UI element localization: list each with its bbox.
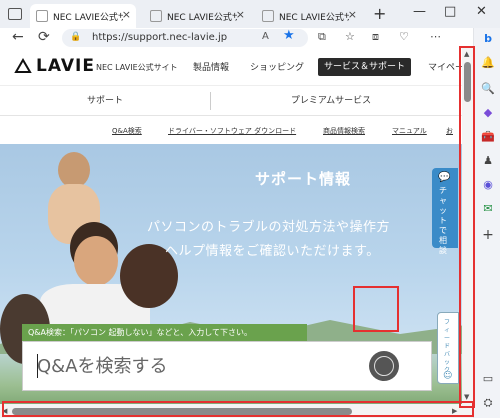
collections-icon[interactable]: ⧈	[372, 30, 379, 44]
qa-search-box	[22, 341, 432, 391]
lavie-logo-icon[interactable]	[14, 58, 32, 74]
link-driver-download[interactable]: ドライバー・ソフトウェア ダウンロード	[168, 126, 296, 136]
photo-man-face	[74, 236, 118, 286]
support-links: Q&A検索 ドライバー・ソフトウェア ダウンロード 商品情報検索 マニュアル お	[0, 116, 473, 144]
nav-mypage[interactable]: マイペー	[428, 60, 464, 73]
hero-title: サポート情報	[255, 170, 352, 188]
link-manual[interactable]: マニュアル	[392, 126, 427, 136]
search-button-icon	[374, 356, 394, 376]
hero-description-line2: ヘルプ情報をご確認いただけます。	[165, 244, 380, 259]
favicon-icon	[36, 10, 48, 22]
add-sidebar-app-icon[interactable]: +	[481, 228, 495, 242]
tab-label: NEC LAVIE公式サイト	[53, 12, 123, 23]
feedback-tab[interactable]: フィードバック ☺	[437, 312, 459, 384]
link-more[interactable]: お	[446, 126, 453, 136]
favicon-icon	[150, 10, 162, 22]
horizontal-scrollbar[interactable]: ◀ ▶	[0, 404, 473, 418]
games-icon[interactable]: ♟	[481, 154, 495, 168]
notification-icon[interactable]: 🔔	[481, 56, 495, 70]
hero-description-line1: パソコンのトラブルの対処方法や操作方	[147, 220, 391, 235]
nav-products[interactable]: 製品情報	[193, 60, 229, 73]
split-screen-icon[interactable]: ⧉	[318, 30, 326, 44]
hide-sidebar-icon[interactable]: ▭	[481, 372, 495, 386]
search-submit-button[interactable]	[369, 351, 399, 381]
url-text[interactable]: https://support.nec-lavie.jp	[92, 32, 227, 43]
tab-label: NEC LAVIE公式サイト	[167, 12, 237, 23]
vertical-scrollbar[interactable]: ▲ ▼	[462, 48, 473, 404]
browser-essentials-icon[interactable]: ♡	[399, 30, 409, 43]
outlook-icon[interactable]: ✉	[481, 202, 495, 216]
address-toolbar: ← ⟳ 🔒 https://support.nec-lavie.jp A ★ ⧉…	[0, 28, 500, 48]
tab-label: NEC LAVIE公式サイト	[279, 12, 349, 23]
chat-consult-label: チャットで相談	[439, 186, 447, 255]
workspaces-icon[interactable]	[8, 8, 22, 20]
chat-bubble-icon: 💬	[438, 172, 451, 183]
hero-banner: サポート情報 パソコンのトラブルの対処方法や操作方 ヘルプ情報をご確認いただけま…	[0, 144, 473, 418]
scroll-left-arrow-icon[interactable]: ◀	[2, 407, 7, 415]
nav-service-support[interactable]: サービス＆サポート	[318, 58, 411, 76]
tab-close-icon[interactable]: ×	[122, 8, 131, 21]
copilot-icon[interactable]: b	[481, 32, 495, 46]
horizontal-scroll-thumb[interactable]	[12, 408, 352, 415]
feedback-label: フィードバック	[444, 319, 451, 374]
site-name: NEC LAVIE公式サイト	[96, 63, 178, 72]
photo-child-head	[58, 152, 90, 188]
scroll-right-arrow-icon[interactable]: ▶	[452, 407, 457, 415]
close-window-button[interactable]: ✕	[476, 4, 487, 19]
scroll-down-arrow-icon[interactable]: ▼	[464, 393, 469, 401]
page-viewport: LAVIE NEC LAVIE公式サイト 製品情報 ショッピング サービス＆サポ…	[0, 48, 473, 418]
favorite-star-icon[interactable]: ★	[283, 28, 295, 43]
shopping-icon[interactable]: ◆	[481, 106, 495, 120]
scroll-up-arrow-icon[interactable]: ▲	[464, 50, 469, 58]
read-aloud-icon[interactable]: A	[262, 31, 269, 42]
favicon-icon	[262, 10, 274, 22]
lock-icon: 🔒	[70, 32, 82, 42]
sidebar-settings-icon[interactable]: ⛭	[481, 396, 495, 410]
tab-strip: NEC LAVIE公式サイト × NEC LAVIE公式サイト × NEC LA…	[0, 0, 500, 28]
browser-tab-3[interactable]: NEC LAVIE公式サイト ×	[256, 4, 362, 28]
site-logo-text[interactable]: LAVIE	[36, 56, 95, 76]
vertical-scroll-thumb[interactable]	[464, 62, 471, 102]
smiley-icon: ☺	[443, 371, 453, 381]
tools-icon[interactable]: 🧰	[481, 130, 495, 144]
office-icon[interactable]: ◉	[481, 178, 495, 192]
address-bar[interactable]: 🔒 https://support.nec-lavie.jp A	[62, 29, 308, 47]
refresh-icon[interactable]: ⟳	[38, 29, 50, 45]
qa-search-hint: Q&A検索：「パソコン 起動しない」などと、入力して下さい。	[22, 324, 307, 342]
qa-search-input[interactable]	[37, 352, 337, 380]
edge-sidebar: b 🔔 🔍 ◆ 🧰 ♟ ◉ ✉ + ▭ ⛭	[473, 28, 500, 418]
site-header: LAVIE NEC LAVIE公式サイト 製品情報 ショッピング サービス＆サポ…	[0, 48, 473, 86]
minimize-button[interactable]: —	[413, 4, 426, 19]
browser-tab-2[interactable]: NEC LAVIE公式サイト ×	[144, 4, 250, 28]
more-menu-icon[interactable]: ⋯	[430, 30, 441, 43]
tab-close-icon[interactable]: ×	[236, 8, 245, 21]
search-icon[interactable]: 🔍	[481, 82, 495, 96]
maximize-button[interactable]: □	[444, 4, 456, 19]
favorites-icon[interactable]: ☆	[345, 30, 355, 43]
browser-tab-1[interactable]: NEC LAVIE公式サイト ×	[30, 4, 136, 28]
back-icon[interactable]: ←	[12, 29, 24, 45]
sub-navigation: サポート プレミアムサービス	[0, 86, 473, 116]
new-tab-button[interactable]: +	[373, 4, 386, 23]
link-product-search[interactable]: 商品情報検索	[323, 126, 365, 136]
chat-consult-tab[interactable]: 💬 チャットで相談	[432, 168, 458, 255]
nav-shopping[interactable]: ショッピング	[250, 60, 304, 73]
tab-close-icon[interactable]: ×	[348, 8, 357, 21]
link-qa-search[interactable]: Q&A検索	[112, 126, 142, 136]
subnav-support[interactable]: サポート	[0, 86, 210, 116]
subnav-premium-service[interactable]: プレミアムサービス	[211, 86, 451, 116]
